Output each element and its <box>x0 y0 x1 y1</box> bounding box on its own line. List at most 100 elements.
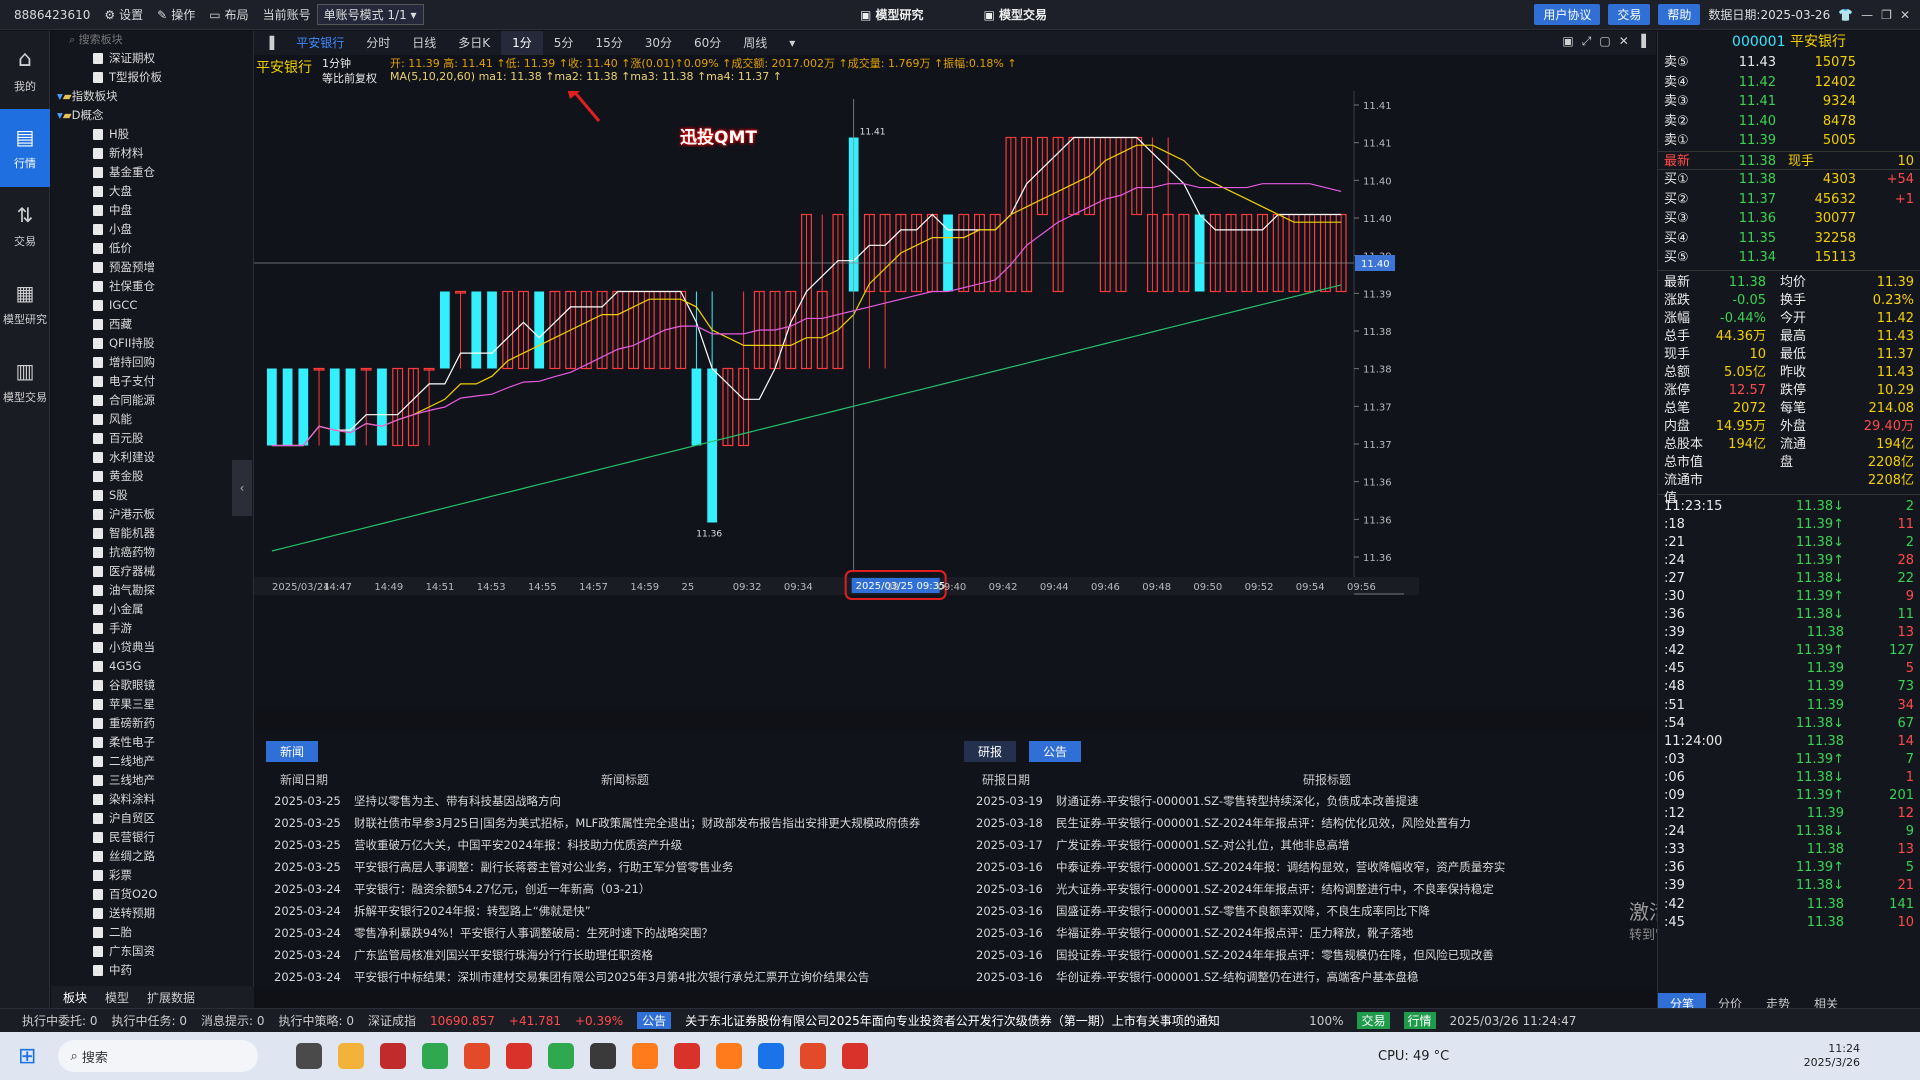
order-book-row[interactable]: 买⑤ 11.34 15113 <box>1658 248 1920 268</box>
tree-node[interactable]: 4G5G <box>51 657 253 676</box>
tree-node[interactable]: 增持回购 <box>51 353 253 372</box>
news-row[interactable]: 2025-03-18 民生证券-平安银行-000001.SZ-2024年年报点评：… <box>976 812 1636 834</box>
tab-model[interactable]: 模型 <box>105 989 129 1006</box>
clock-time[interactable]: 11:24 <box>1804 1042 1860 1056</box>
tree-node[interactable]: 柔性电子 <box>51 733 253 752</box>
close-icon[interactable]: ✕ <box>1900 8 1910 22</box>
news-row[interactable]: 2025-03-25 财联社债市早参3月25日|国务为美式招标，MLF政策属性完全… <box>274 812 964 834</box>
tree-node[interactable]: 西藏 <box>51 315 253 334</box>
notepad-icon[interactable] <box>422 1043 449 1069</box>
news-row[interactable]: 2025-03-16 国盛证券-平安银行-000001.SZ-零售不良额率双降，不… <box>976 900 1636 922</box>
tab-model-trade[interactable]: ▣ 模型交易 <box>984 6 1048 23</box>
news-row[interactable]: 2025-03-24 广东监管局核准刘国兴平安银行珠海分行行长助理任职资格 <box>274 944 964 966</box>
zoom-level[interactable]: 100% <box>1309 1014 1343 1028</box>
tree-node[interactable]: 重磅新药 <box>51 714 253 733</box>
tree-node[interactable]: 手游 <box>51 619 253 638</box>
tree-node[interactable]: 沪自贸区 <box>51 809 253 828</box>
tree-node[interactable]: 合同能源 <box>51 391 253 410</box>
app-icon[interactable] <box>380 1043 407 1069</box>
tree-node[interactable]: 三线地产 <box>51 771 253 790</box>
tree-node[interactable]: ▾ ▰ 指数板块 <box>51 87 253 106</box>
period-tab[interactable]: 15分 <box>584 31 633 55</box>
tree-node[interactable]: 黄金股 <box>51 467 253 486</box>
tab-notice[interactable]: 公告 <box>1029 741 1082 762</box>
order-book-row[interactable]: 买① 11.38 4303 +54 <box>1658 170 1920 190</box>
order-book-row[interactable]: 买③ 11.36 30077 <box>1658 209 1920 229</box>
order-book-row[interactable]: 卖② 11.40 8478 <box>1658 112 1920 132</box>
tree-node[interactable]: 丝绸之路 <box>51 847 253 866</box>
period-tab[interactable]: 平安银行 <box>285 31 355 55</box>
order-book-row[interactable]: 买④ 11.35 32258 <box>1658 229 1920 249</box>
order-book-row[interactable]: 卖④ 11.42 12402 <box>1658 73 1920 93</box>
tree-node[interactable]: 小金属 <box>51 600 253 619</box>
window-icon[interactable]: ▢ <box>1599 34 1610 49</box>
tree-node[interactable]: H股 <box>51 125 253 144</box>
restore-icon[interactable]: ❐ <box>1881 8 1892 22</box>
tree-node[interactable]: 低价 <box>51 239 253 258</box>
order-book-row[interactable]: 卖⑤ 11.43 15075 <box>1658 53 1920 73</box>
news-row[interactable]: 2025-03-25 平安银行高层人事调整：副行长蒋蓉主管对公业务，行助王军分管零… <box>274 856 964 878</box>
wechat-icon[interactable] <box>548 1043 575 1069</box>
tree-node[interactable]: 大盘 <box>51 182 253 201</box>
tree-node[interactable]: 百货O2O <box>51 885 253 904</box>
tree-node[interactable]: 染料涂料 <box>51 790 253 809</box>
news-row[interactable]: 2025-03-24 零售净利暴跌94%！平安银行人事调整破局：生死时速下的战略突… <box>274 922 964 944</box>
period-tab[interactable]: 周线 <box>732 31 778 55</box>
tree-node[interactable]: 深证期权 <box>51 49 253 68</box>
notice-text[interactable]: 关于东北证券股份有限公司2025年面向专业投资者公开发行次级债券（第一期）上市有… <box>685 1012 1295 1029</box>
news-row[interactable]: 2025-03-25 坚持以零售为主、带有科技基因战略方向 <box>274 790 964 812</box>
status-trade-button[interactable]: 交易 <box>1357 1012 1390 1029</box>
shirt-icon[interactable]: 👕 <box>1838 8 1853 22</box>
pycharm-icon[interactable] <box>590 1043 617 1069</box>
tree-node[interactable]: 抗癌药物 <box>51 543 253 562</box>
period-tab[interactable]: 1分 <box>501 31 543 55</box>
tree-node[interactable]: 风能 <box>51 410 253 429</box>
rail-trade[interactable]: ⇅ 交易 <box>0 187 50 265</box>
windows-start-icon[interactable]: ⊞ <box>18 1044 36 1069</box>
tree-node[interactable]: S股 <box>51 486 253 505</box>
rail-model-trade[interactable]: ▥ 模型交易 <box>0 343 50 421</box>
kline-chart[interactable]: 11.4111.4111.4011.4011.3911.3911.3811.38… <box>254 91 1656 691</box>
tree-node[interactable]: 沪港示板 <box>51 505 253 524</box>
rail-market[interactable]: ▤ 行情 <box>0 109 50 187</box>
user-agreement-button[interactable]: 用户协议 <box>1534 4 1601 25</box>
trade-button[interactable]: 交易 <box>1608 4 1651 25</box>
tab-ext-data[interactable]: 扩展数据 <box>147 989 195 1006</box>
app-icon[interactable] <box>674 1043 701 1069</box>
news-row[interactable]: 2025-03-16 光大证券-平安银行-000001.SZ-2024年年报点评：… <box>976 878 1636 900</box>
tree-node[interactable]: 百元股 <box>51 429 253 448</box>
news-row[interactable]: 2025-03-16 华创证券-平安银行-000001.SZ-结构调整仍在进行，高… <box>976 966 1636 988</box>
tab-research[interactable]: 研报 <box>964 741 1017 762</box>
tree-node[interactable]: 预盈预增 <box>51 258 253 277</box>
tree-node[interactable]: 二线地产 <box>51 752 253 771</box>
folder-icon[interactable] <box>338 1043 365 1069</box>
status-market-button[interactable]: 行情 <box>1403 1012 1436 1029</box>
tree-node[interactable]: IGCC <box>51 296 253 315</box>
tree-node[interactable]: ▾ ▰ D概念 <box>51 106 253 125</box>
clock-date[interactable]: 2025/3/26 <box>1804 1056 1860 1070</box>
tree-node[interactable]: 社保重仓 <box>51 277 253 296</box>
settings-menu[interactable]: ⚙ 设置 <box>104 6 143 23</box>
news-row[interactable]: 2025-03-25 营收重破万亿大关，中国平安2024年报：科技助力优质资产升级 <box>274 834 964 856</box>
tree-node[interactable]: 彩票 <box>51 866 253 885</box>
tree-node[interactable]: 广东国资 <box>51 942 253 961</box>
operate-menu[interactable]: ✎ 操作 <box>157 6 195 23</box>
period-tab[interactable]: 多日K <box>447 31 501 55</box>
tree-node[interactable]: 二胎 <box>51 923 253 942</box>
tree-node[interactable]: 电子支付 <box>51 372 253 391</box>
tree-node[interactable]: 水利建设 <box>51 448 253 467</box>
tree-node[interactable]: 小盘 <box>51 220 253 239</box>
news-row[interactable]: 2025-03-24 平安银行中标结果：深圳市建材交易集团有限公司2025年3月第… <box>274 966 964 988</box>
tree-node[interactable]: 智能机器 <box>51 524 253 543</box>
news-row[interactable]: 2025-03-16 华福证券-平安银行-000001.SZ-2024年报点评：压… <box>976 922 1636 944</box>
sidebar-toggle-icon[interactable]: ▐ <box>254 31 285 55</box>
period-tab[interactable]: 5分 <box>543 31 585 55</box>
period-tab[interactable]: 分时 <box>355 31 401 55</box>
panel-icon[interactable]: ▐ <box>1637 34 1646 49</box>
news-row[interactable]: 2025-03-16 中泰证券-平安银行-000001.SZ-2024年报：调结构… <box>976 856 1636 878</box>
chrome-icon[interactable] <box>464 1043 491 1069</box>
news-row[interactable]: 2025-03-24 拆解平安银行2024年报：转型路上“佛就是快” <box>274 900 964 922</box>
tree-node[interactable]: QFII持股 <box>51 334 253 353</box>
layout-menu[interactable]: ▭ 布局 <box>209 6 248 23</box>
tree-node[interactable]: 医疗器械 <box>51 562 253 581</box>
